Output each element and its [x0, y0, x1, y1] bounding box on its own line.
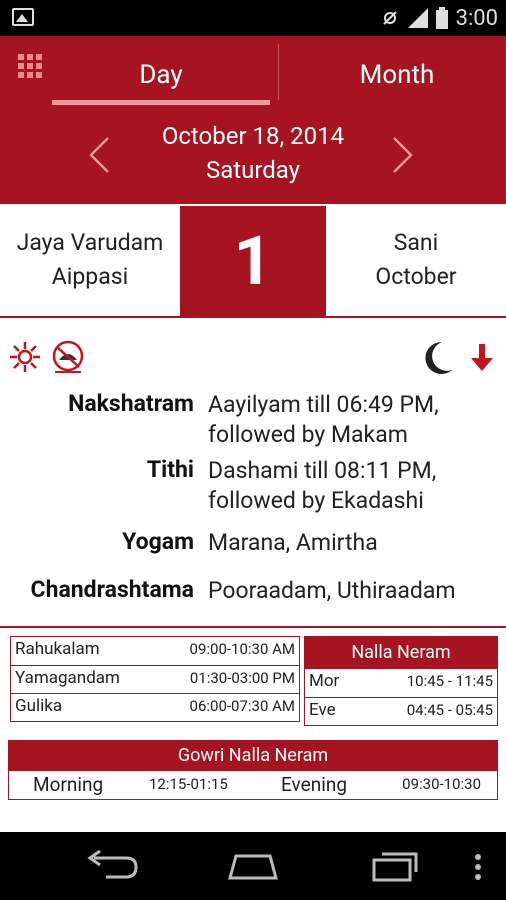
- time-name: Rahukalam: [15, 639, 100, 659]
- table-row: Yamagandam 01:30-03:00 PM: [11, 665, 299, 693]
- time-name: Gulika: [15, 696, 63, 716]
- recent-apps-icon[interactable]: [370, 850, 420, 882]
- overflow-menu-icon[interactable]: [474, 854, 482, 880]
- detail-value: Pooraadam, Uthiraadam: [208, 576, 498, 606]
- navigation-bar: [0, 832, 506, 900]
- tamil-weekday: Sani: [393, 229, 439, 256]
- evening-time: 09:30-10:30: [402, 775, 481, 793]
- time-name: Mor: [309, 671, 340, 691]
- header: Day Month October 18, 2014 Saturday: [0, 36, 506, 204]
- divider: [0, 626, 506, 628]
- nalla-neram-table: Nalla Neram Mor 10:45 - 11:45 Eve 04:45 …: [304, 636, 498, 726]
- table-row: Mor 10:45 - 11:45: [305, 669, 497, 697]
- detail-value-line: Marana, Amirtha: [208, 529, 378, 556]
- gowri-nalla-neram-table: Gowri Nalla Neram Morning 12:15-01:15 Ev…: [8, 740, 498, 800]
- arrow-down-icon: [471, 344, 493, 371]
- detail-value-line: followed by Makam: [208, 421, 408, 448]
- grid-menu-icon[interactable]: [18, 54, 42, 88]
- time-range: 10:45 - 11:45: [406, 672, 493, 690]
- tab-month[interactable]: Month: [288, 50, 506, 100]
- tamil-day-number: 1: [180, 206, 326, 316]
- table-row: Gulika 06:00-07:30 AM: [11, 693, 299, 721]
- time-range: 04:45 - 05:45: [406, 701, 493, 719]
- weekday-month: Sani October: [326, 226, 506, 294]
- table-row: Rahukalam 09:00-10:30 AM: [11, 637, 299, 665]
- bad-times-table: Rahukalam 09:00-10:30 AM Yamagandam 01:3…: [10, 636, 300, 722]
- chevron-right-icon[interactable]: [392, 136, 414, 174]
- detail-label: Tithi: [146, 456, 194, 483]
- detail-label: Chandrashtama: [30, 576, 194, 603]
- detail-value-line: Aayilyam till 06:49 PM,: [208, 391, 439, 418]
- divider: [0, 316, 506, 318]
- status-bar: 3:00: [0, 0, 506, 36]
- time-range: 01:30-03:00 PM: [189, 669, 295, 687]
- time-name: Eve: [309, 700, 336, 720]
- signal-icon: [407, 8, 428, 28]
- detail-label: Yogam: [122, 528, 194, 555]
- morning-time: 12:15-01:15: [149, 775, 228, 793]
- detail-value-line: followed by Ekadashi: [208, 487, 424, 514]
- table-title: Gowri Nalla Neram: [9, 741, 497, 771]
- english-month: October: [375, 263, 457, 290]
- home-icon[interactable]: [226, 850, 280, 880]
- tab-divider: [278, 44, 279, 100]
- moon-icon: [425, 341, 452, 374]
- back-icon[interactable]: [86, 850, 138, 880]
- day-panel: Jaya Varudam Aippasi 1 Sani October: [0, 204, 506, 316]
- battery-icon: [435, 7, 448, 29]
- tab-indicator: [52, 100, 270, 105]
- table-row: Eve 04:45 - 05:45: [305, 697, 497, 725]
- detail-value: Marana, Amirtha: [208, 528, 498, 558]
- detail-value-line: Pooraadam, Uthiraadam: [208, 577, 456, 604]
- date-label: October 18, 2014: [161, 122, 345, 150]
- detail-value-line: Dashami till 08:11 PM,: [208, 457, 437, 484]
- tamil-year-month: Jaya Varudam Aippasi: [0, 226, 180, 294]
- tamil-year: Jaya Varudam: [16, 229, 164, 256]
- detail-label: Nakshatram: [68, 390, 194, 417]
- table-row: Morning 12:15-01:15 Evening 09:30-10:30: [9, 771, 497, 799]
- time-range: 09:00-10:30 AM: [189, 640, 295, 658]
- clock: 3:00: [455, 5, 498, 31]
- tamil-month: Aippasi: [51, 263, 129, 290]
- sun-icon: [10, 342, 40, 372]
- image-notification-icon: [12, 8, 34, 26]
- status-icons: 3:00: [382, 4, 498, 32]
- no-travel-icon: [52, 340, 84, 373]
- weekday-label: Saturday: [205, 156, 301, 184]
- detail-value: Dashami till 08:11 PM, followed by Ekada…: [208, 456, 498, 516]
- table-title: Nalla Neram: [305, 637, 497, 669]
- morning-label: Morning: [33, 773, 104, 796]
- tab-day[interactable]: Day: [52, 50, 270, 100]
- detail-value: Aayilyam till 06:49 PM, followed by Maka…: [208, 390, 498, 450]
- evening-label: Evening: [281, 773, 347, 796]
- time-range: 06:00-07:30 AM: [189, 697, 295, 715]
- time-name: Yamagandam: [15, 668, 120, 688]
- sync-icon: [382, 11, 397, 25]
